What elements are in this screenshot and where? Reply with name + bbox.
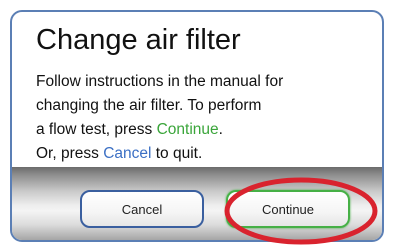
dialog-title: Change air filter bbox=[36, 24, 241, 56]
message-line-3-suffix: . bbox=[218, 121, 223, 138]
message-line-4: Or, press Cancel to quit. bbox=[36, 142, 366, 166]
message-line-4-prefix: Or, press bbox=[36, 145, 104, 162]
dialog-message: Follow instructions in the manual for ch… bbox=[36, 70, 366, 166]
highlight-ring bbox=[224, 177, 378, 245]
continue-keyword: Continue bbox=[156, 121, 219, 138]
message-line-2: changing the air filter. To perform bbox=[36, 97, 262, 114]
message-line-3-prefix: a flow test, press bbox=[36, 121, 157, 138]
message-line-3: a flow test, press Continue. bbox=[36, 118, 366, 142]
message-line-4-suffix: to quit. bbox=[151, 145, 203, 162]
cancel-button[interactable]: Cancel bbox=[80, 190, 204, 228]
message-line-1: Follow instructions in the manual for bbox=[36, 73, 284, 90]
cancel-keyword: Cancel bbox=[103, 145, 152, 162]
